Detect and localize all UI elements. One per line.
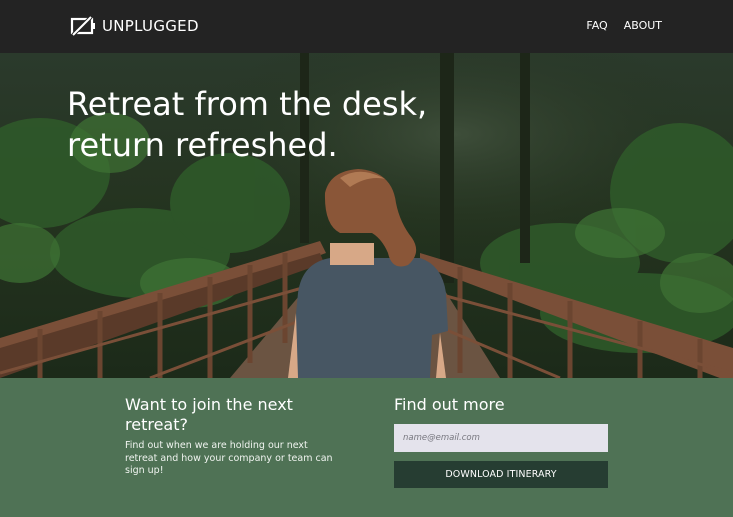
download-itinerary-button[interactable]: DOWNLOAD ITINERARY	[394, 461, 608, 488]
signup-heading: Want to join the next retreat?	[125, 395, 293, 434]
cta-section: Want to join the next retreat? Find out …	[0, 378, 733, 517]
top-navbar: UNPLUGGED FAQ ABOUT	[0, 0, 733, 53]
signup-description: Find out when we are holding our next re…	[125, 440, 333, 476]
hero-title-line-2: return refreshed.	[67, 126, 338, 164]
find-out-more-form: Find out more DOWNLOAD ITINERARY	[394, 395, 608, 488]
nav-link-faq[interactable]: FAQ	[586, 19, 607, 32]
logo-text: UNPLUGGED	[102, 17, 199, 35]
email-input[interactable]	[394, 424, 608, 452]
hero-title-line-1: Retreat from the desk,	[67, 85, 428, 123]
signup-info: Want to join the next retreat? Find out …	[125, 395, 340, 478]
nav-links: FAQ ABOUT	[570, 19, 662, 32]
hero-title: Retreat from the desk, return refreshed.	[67, 84, 427, 166]
unplugged-logo-icon	[70, 15, 95, 37]
nav-link-about[interactable]: ABOUT	[624, 19, 662, 32]
find-out-heading: Find out more	[394, 395, 505, 414]
hero-section: Retreat from the desk, return refreshed.	[0, 53, 733, 378]
logo[interactable]: UNPLUGGED	[70, 15, 199, 37]
